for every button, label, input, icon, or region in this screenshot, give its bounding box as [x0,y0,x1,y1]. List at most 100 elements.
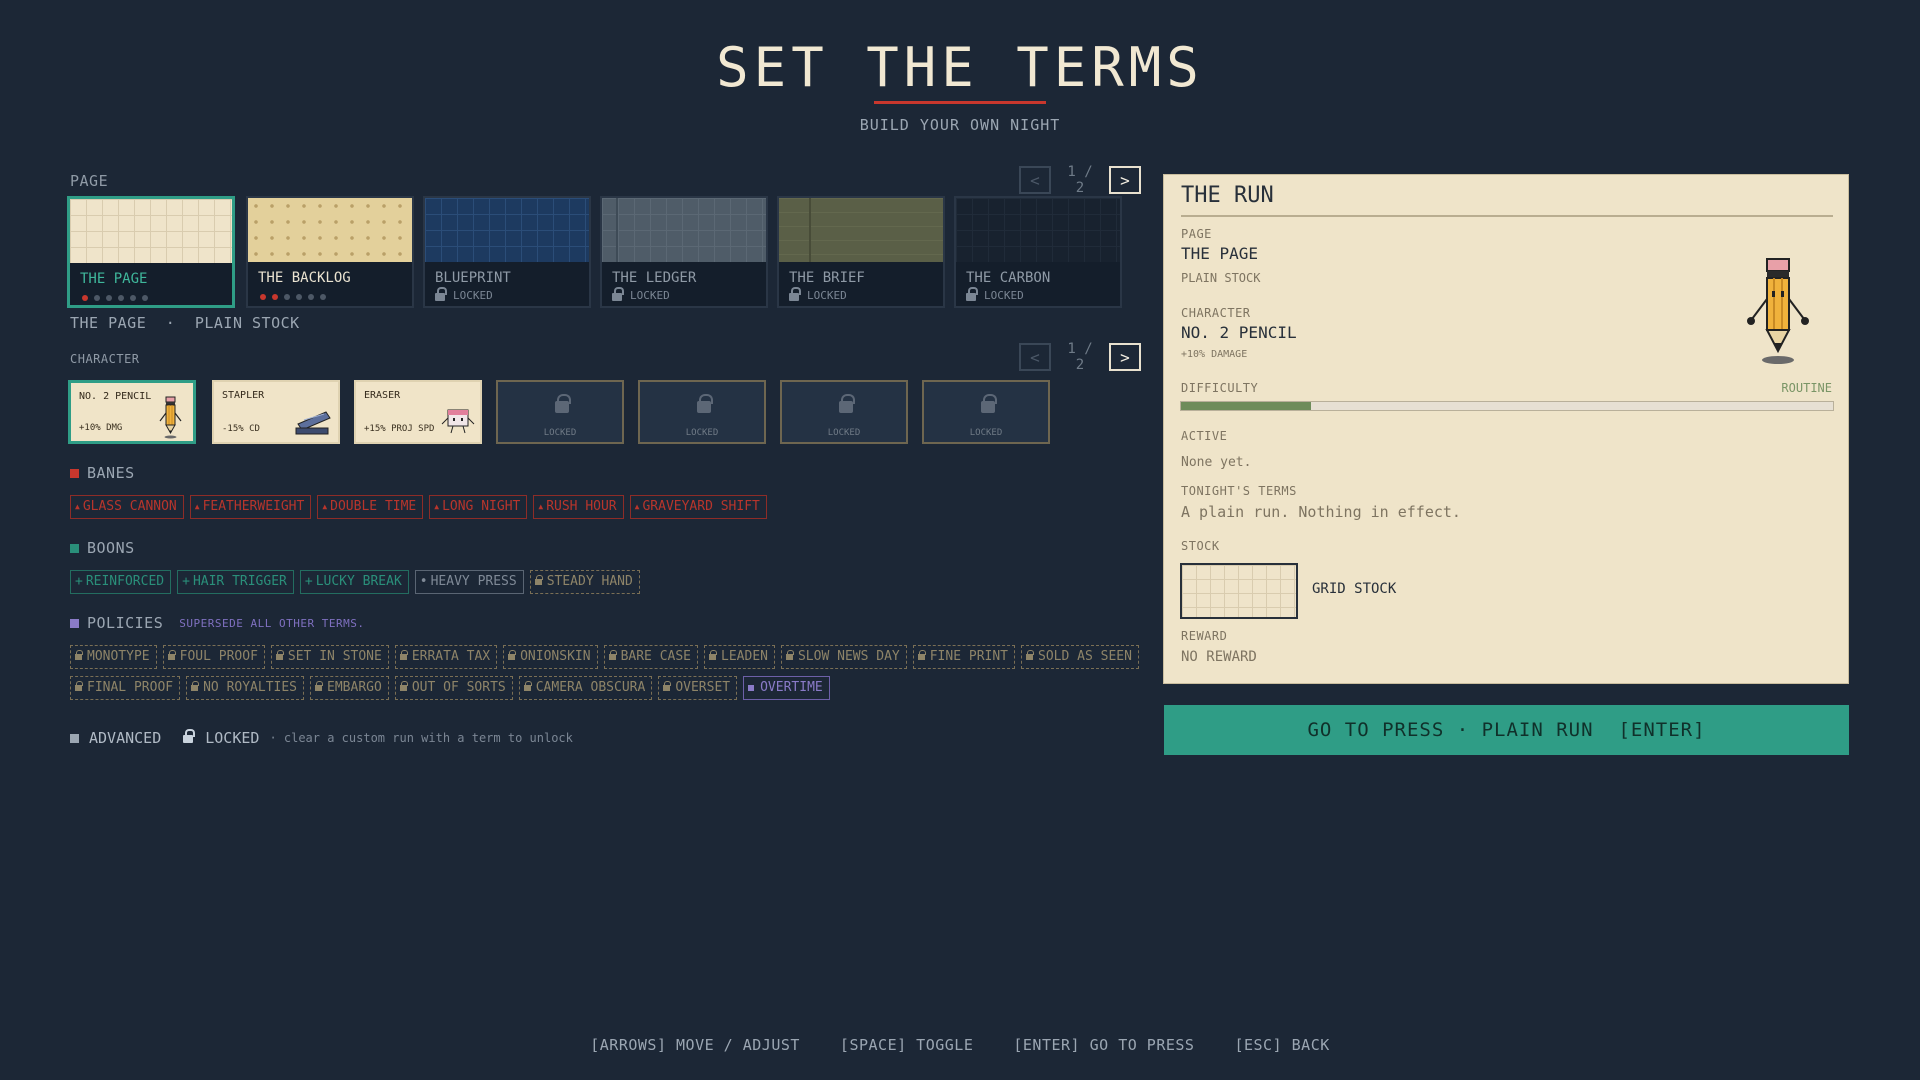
page-card-name: BLUEPRINT [435,270,511,286]
boon-toggle[interactable]: + HAIR TRIGGER [177,570,294,594]
page-subtitle: BUILD YOUR OWN NIGHT [859,116,1061,134]
page-swatch-plain [70,199,232,263]
plus-icon: + [75,574,83,589]
policy-toggle[interactable]: SOLD AS SEEN [1021,645,1139,669]
bane-toggle[interactable]: ▲ DOUBLE TIME [317,495,424,519]
terms-value: A plain run. Nothing in effect. [1181,503,1461,521]
policy-toggle[interactable]: EMBARGO [310,676,389,700]
character-card-locked[interactable]: LOCKED [922,380,1050,444]
bane-toggle[interactable]: ▲ RUSH HOUR [533,495,624,519]
bane-toggle[interactable]: ▲ LONG NIGHT [429,495,528,519]
policy-label: OVERTIME [760,680,823,695]
policy-label: OUT OF SORTS [411,680,506,695]
page-card-the-ledger[interactable]: THE LEDGER LOCKED [600,196,768,308]
boon-toggle[interactable]: + REINFORCED [70,570,172,594]
page-title: SET THE TERMS [716,36,1204,99]
page-card-the-brief[interactable]: THE BRIEF LOCKED [777,196,945,308]
progress-dot [130,295,136,301]
policy-toggle[interactable]: FINE PRINT [912,645,1016,669]
policy-toggle[interactable]: LEADEN [704,645,775,669]
control-hint: [ESC] BACK [1234,1036,1330,1054]
boon-toggle[interactable]: + LUCKY BREAK [299,570,409,594]
page-swatch-brief [779,198,943,262]
policy-toggle[interactable]: CAMERA OBSCURA [518,676,653,700]
policy-toggle[interactable]: FOUL PROOF [162,645,265,669]
policy-toggle[interactable]: MONOTYPE [70,645,157,669]
page-lock-row: LOCKED [789,286,847,302]
advanced-status: LOCKED [205,729,260,747]
policy-toggle-overtime[interactable]: OVERTIME [743,676,830,700]
policy-label: MONOTYPE [87,649,150,664]
policy-toggle[interactable]: FINAL PROOF [70,676,181,700]
character-card-eraser[interactable]: ERASER +15% PROJ SPD [354,380,482,444]
policies-row-2: FINAL PROOF NO ROYALTIES EMBARGO OUT OF … [70,676,830,700]
progress-dot [260,294,266,300]
character-card-locked[interactable]: LOCKED [780,380,908,444]
policy-label: SET IN STONE [287,649,382,664]
stock-value: GRID STOCK [1312,581,1397,597]
policy-label: BARE CASE [620,649,692,664]
policy-label: FINAL PROOF [87,680,174,695]
lock-icon [275,650,284,661]
page-card-the-page[interactable]: THE PAGE [67,196,235,308]
progress-dot [82,295,88,301]
page-card-the-carbon[interactable]: THE CARBON LOCKED [954,196,1122,308]
character-card-pencil[interactable]: NO. 2 PENCIL +10% DMG [68,380,196,444]
policy-label: NO ROYALTIES [203,680,298,695]
square-icon [748,685,755,691]
advanced-square-icon [70,733,79,743]
locked-label: LOCKED [543,428,577,438]
page-card-blueprint[interactable]: BLUEPRINT LOCKED [423,196,591,308]
bane-toggle[interactable]: ▲ GRAVEYARD SHIFT [629,495,767,519]
policy-toggle[interactable]: SLOW NEWS DAY [780,645,907,669]
policy-toggle[interactable]: NO ROYALTIES [186,676,305,700]
page-card-the-backlog[interactable]: THE BACKLOG [246,196,414,308]
policy-toggle[interactable]: ERRATA TAX [394,645,498,669]
lock-icon [1026,650,1035,661]
policy-toggle[interactable]: ONIONSKIN [503,645,598,669]
character-pager-count: 1 / 2 [1067,341,1093,373]
character-prev-button[interactable]: < [1019,343,1051,371]
page-section-label: PAGE [70,172,109,190]
page-card-name: THE LEDGER [612,270,697,286]
policy-label: FINE PRINT [929,649,1009,664]
locked-label: LOCKED [827,428,861,438]
progress-dot [142,295,148,301]
difficulty-level: ROUTINE [1781,381,1832,395]
boons-label: BOONS [87,539,135,557]
character-card-locked[interactable]: LOCKED [496,380,624,444]
lock-status: LOCKED [984,289,1024,302]
policies-header: POLICIES SUPERSEDE ALL OTHER TERMS. [70,614,364,632]
triangle-icon: ▲ [322,502,328,511]
character-card-stapler[interactable]: STAPLER -15% CD [212,380,340,444]
lock-icon [555,394,571,413]
lock-icon [399,681,408,692]
bane-toggle[interactable]: ▲ GLASS CANNON [70,495,184,519]
lock-status: LOCKED [453,289,493,302]
bane-label: DOUBLE TIME [330,499,417,514]
go-to-press-button[interactable]: GO TO PRESS · PLAIN RUN [ENTER] [1164,705,1849,755]
character-next-button[interactable]: > [1109,343,1141,371]
policy-toggle[interactable]: OVERSET [658,676,738,700]
boon-toggle[interactable]: • HEAVY PRESS [414,570,524,594]
policy-toggle[interactable]: BARE CASE [603,645,699,669]
lock-icon [785,650,794,661]
boon-label: REINFORCED [85,574,165,589]
policy-toggle[interactable]: OUT OF SORTS [394,676,513,700]
character-card-locked[interactable]: LOCKED [638,380,766,444]
page-prev-button[interactable]: < [1019,166,1051,194]
lock-icon [435,286,447,301]
boon-toggle-locked[interactable]: STEADY HAND [529,570,640,594]
policy-label: SOLD AS SEEN [1038,649,1132,664]
difficulty-bar [1180,401,1834,411]
policy-toggle[interactable]: SET IN STONE [270,645,389,669]
lock-icon [917,650,926,661]
triangle-icon: ▲ [75,502,80,511]
bane-label: FEATHERWEIGHT [202,499,305,514]
bane-label: RUSH HOUR [546,499,617,514]
bane-toggle[interactable]: ▲ FEATHERWEIGHT [189,495,312,519]
page-next-button[interactable]: > [1109,166,1141,194]
lock-icon [167,650,176,661]
page-summary-separator: · [165,314,176,332]
reward-value: NO REWARD [1181,649,1257,665]
